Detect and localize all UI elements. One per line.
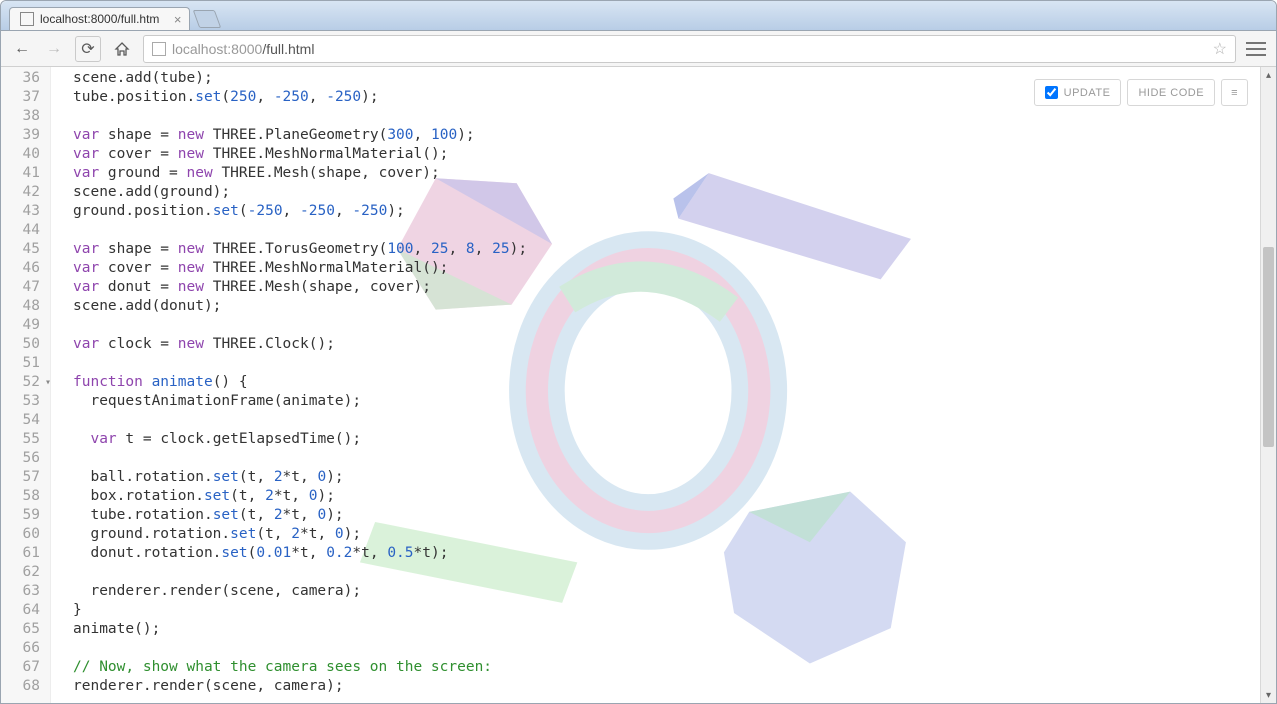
line-number: 54 bbox=[7, 411, 40, 430]
line-number: 56 bbox=[7, 449, 40, 468]
line-number: 64 bbox=[7, 601, 40, 620]
code-line: renderer.render(scene, camera); bbox=[73, 677, 1260, 696]
line-number: 39 bbox=[7, 126, 40, 145]
code-line: scene.add(donut); bbox=[73, 297, 1260, 316]
code-editor[interactable]: 3637383940414243444546474849505152▾53545… bbox=[1, 67, 1260, 703]
code-line: renderer.render(scene, camera); bbox=[73, 582, 1260, 601]
browser-window: localhost:8000/full.htm × ← → ⟳ localhos… bbox=[0, 0, 1277, 704]
line-gutter: 3637383940414243444546474849505152▾53545… bbox=[1, 67, 51, 703]
code-area[interactable]: scene.add(tube);tube.position.set(250, -… bbox=[51, 67, 1260, 703]
line-number: 52▾ bbox=[7, 373, 40, 392]
code-line: var cover = new THREE.MeshNormalMaterial… bbox=[73, 145, 1260, 164]
line-number: 66 bbox=[7, 639, 40, 658]
code-line: } bbox=[73, 601, 1260, 620]
page-icon bbox=[20, 12, 34, 26]
line-number: 68 bbox=[7, 677, 40, 696]
code-line: ball.rotation.set(t, 2*t, 0); bbox=[73, 468, 1260, 487]
line-number: 59 bbox=[7, 506, 40, 525]
line-number: 61 bbox=[7, 544, 40, 563]
titlebar: localhost:8000/full.htm × bbox=[1, 1, 1276, 31]
page-icon bbox=[152, 42, 166, 56]
menu-button[interactable] bbox=[1246, 40, 1266, 58]
code-line: scene.add(ground); bbox=[73, 183, 1260, 202]
url-text: localhost:8000/full.html bbox=[172, 41, 1207, 57]
home-button[interactable] bbox=[111, 38, 133, 60]
browser-tab[interactable]: localhost:8000/full.htm × bbox=[9, 7, 190, 30]
line-number: 44 bbox=[7, 221, 40, 240]
line-number: 51 bbox=[7, 354, 40, 373]
code-line bbox=[73, 316, 1260, 335]
reload-button[interactable]: ⟳ bbox=[75, 36, 101, 62]
code-line: tube.rotation.set(t, 2*t, 0); bbox=[73, 506, 1260, 525]
line-number: 37 bbox=[7, 88, 40, 107]
code-line: var donut = new THREE.Mesh(shape, cover)… bbox=[73, 278, 1260, 297]
line-number: 58 bbox=[7, 487, 40, 506]
close-icon[interactable]: × bbox=[174, 12, 182, 27]
line-number: 38 bbox=[7, 107, 40, 126]
code-line: requestAnimationFrame(animate); bbox=[73, 392, 1260, 411]
code-line: scene.add(tube); bbox=[73, 69, 1260, 88]
scroll-down-icon[interactable]: ▾ bbox=[1261, 687, 1276, 703]
code-line: var ground = new THREE.Mesh(shape, cover… bbox=[73, 164, 1260, 183]
code-line: box.rotation.set(t, 2*t, 0); bbox=[73, 487, 1260, 506]
toolbar: ← → ⟳ localhost:8000/full.html ☆ bbox=[1, 31, 1276, 67]
code-line: var shape = new THREE.PlaneGeometry(300,… bbox=[73, 126, 1260, 145]
code-line: donut.rotation.set(0.01*t, 0.2*t, 0.5*t)… bbox=[73, 544, 1260, 563]
line-number: 41 bbox=[7, 164, 40, 183]
line-number: 67 bbox=[7, 658, 40, 677]
code-line bbox=[73, 449, 1260, 468]
star-icon[interactable]: ☆ bbox=[1213, 39, 1227, 59]
code-line: // Now, show what the camera sees on the… bbox=[73, 658, 1260, 677]
line-number: 47 bbox=[7, 278, 40, 297]
line-number: 65 bbox=[7, 620, 40, 639]
code-line bbox=[73, 221, 1260, 240]
code-line: tube.position.set(250, -250, -250); bbox=[73, 88, 1260, 107]
new-tab-button[interactable] bbox=[193, 10, 222, 28]
line-number: 57 bbox=[7, 468, 40, 487]
line-number: 49 bbox=[7, 316, 40, 335]
url-bar[interactable]: localhost:8000/full.html ☆ bbox=[143, 35, 1236, 63]
line-number: 53 bbox=[7, 392, 40, 411]
code-line: var cover = new THREE.MeshNormalMaterial… bbox=[73, 259, 1260, 278]
code-line: function animate() { bbox=[73, 373, 1260, 392]
code-line bbox=[73, 563, 1260, 582]
line-number: 36 bbox=[7, 69, 40, 88]
line-number: 62 bbox=[7, 563, 40, 582]
scroll-thumb[interactable] bbox=[1263, 247, 1274, 447]
code-line bbox=[73, 354, 1260, 373]
line-number: 43 bbox=[7, 202, 40, 221]
line-number: 63 bbox=[7, 582, 40, 601]
code-line: var shape = new THREE.TorusGeometry(100,… bbox=[73, 240, 1260, 259]
line-number: 46 bbox=[7, 259, 40, 278]
line-number: 55 bbox=[7, 430, 40, 449]
line-number: 40 bbox=[7, 145, 40, 164]
back-button[interactable]: ← bbox=[11, 38, 33, 60]
line-number: 42 bbox=[7, 183, 40, 202]
tab-title: localhost:8000/full.htm bbox=[40, 12, 159, 26]
code-line: animate(); bbox=[73, 620, 1260, 639]
scroll-up-icon[interactable]: ▴ bbox=[1261, 67, 1276, 83]
line-number: 60 bbox=[7, 525, 40, 544]
line-number: 45 bbox=[7, 240, 40, 259]
code-line: ground.position.set(-250, -250, -250); bbox=[73, 202, 1260, 221]
code-line: ground.rotation.set(t, 2*t, 0); bbox=[73, 525, 1260, 544]
line-number: 48 bbox=[7, 297, 40, 316]
scrollbar[interactable]: ▴ ▾ bbox=[1260, 67, 1276, 703]
line-number: 50 bbox=[7, 335, 40, 354]
code-line bbox=[73, 411, 1260, 430]
code-line: var clock = new THREE.Clock(); bbox=[73, 335, 1260, 354]
code-line: var t = clock.getElapsedTime(); bbox=[73, 430, 1260, 449]
code-line bbox=[73, 639, 1260, 658]
forward-button[interactable]: → bbox=[43, 38, 65, 60]
code-line bbox=[73, 107, 1260, 126]
page-content: UPDATE HIDE CODE ≡ 363738394041424344454… bbox=[1, 67, 1276, 703]
